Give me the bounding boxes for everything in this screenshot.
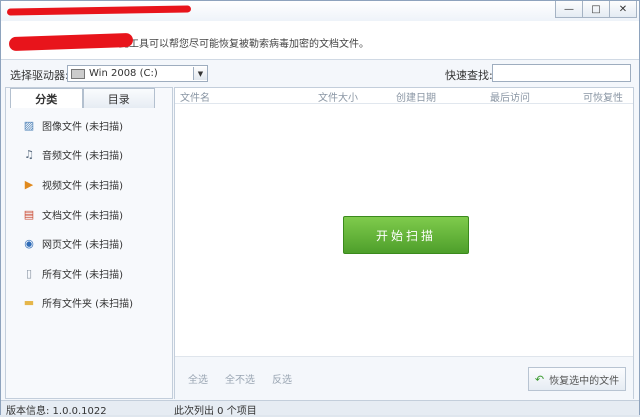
close-icon: ✕: [618, 3, 628, 15]
video-file-icon: ▶: [24, 177, 34, 191]
category-label: 所有文件 (未扫描): [42, 269, 123, 281]
maximize-icon: □: [591, 3, 601, 15]
maximize-button[interactable]: □: [583, 1, 610, 18]
folder-icon: ▬: [23, 295, 35, 309]
chevron-down-icon[interactable]: ▼: [193, 67, 207, 80]
tab-directory[interactable]: 目录: [82, 88, 155, 108]
file-list-panel: 文件名 文件大小 创建日期 最后访问 可恢复性 开始扫描 全选 全不选 反选 ↶…: [174, 87, 634, 399]
tab-bar: 分类 目录: [10, 88, 155, 108]
window-controls: — □ ✕: [555, 1, 637, 18]
category-image[interactable]: ▨ 图像文件 (未扫描): [22, 115, 123, 135]
category-document[interactable]: ▤ 文档文件 (未扫描): [22, 204, 123, 224]
drive-value: Win 2008 (C:): [89, 68, 158, 79]
column-filename[interactable]: 文件名: [180, 89, 210, 104]
column-filesize[interactable]: 文件大小: [318, 89, 358, 104]
column-accessed[interactable]: 最后访问: [490, 89, 530, 104]
drive-label: 选择驱动器:: [10, 69, 69, 82]
column-created[interactable]: 创建日期: [396, 89, 436, 104]
all-files-icon: ▯: [25, 266, 33, 280]
image-file-icon: ▨: [23, 118, 35, 132]
redacted-info: [8, 32, 134, 52]
selection-bar: 全选 全不选 反选 ↶ 恢复选中的文件: [175, 356, 633, 399]
drive-icon: [71, 68, 85, 79]
undo-arrow-icon: ↶: [534, 372, 545, 386]
app-window: — □ ✕ 此工具可以帮您尽可能恢复被勒索病毒加密的文档文件。 选择驱动器: W…: [0, 0, 640, 417]
select-none-link[interactable]: 全不选: [225, 371, 255, 386]
category-label: 视频文件 (未扫描): [42, 180, 123, 192]
drive-row: 选择驱动器: Win 2008 (C:) ▼ 快速查找:: [1, 61, 639, 85]
category-label: 所有文件夹 (未扫描): [42, 298, 133, 310]
select-all-link[interactable]: 全选: [188, 371, 208, 386]
category-audio[interactable]: ♫ 音频文件 (未扫描): [22, 144, 123, 164]
category-label: 图像文件 (未扫描): [42, 121, 123, 133]
document-file-icon: ▤: [23, 207, 35, 221]
info-text: 此工具可以帮您尽可能恢复被勒索病毒加密的文档文件。: [119, 39, 369, 50]
category-label: 音频文件 (未扫描): [42, 150, 123, 162]
info-bar: 此工具可以帮您尽可能恢复被勒索病毒加密的文档文件。: [1, 21, 639, 60]
category-video[interactable]: ▶ 视频文件 (未扫描): [22, 174, 123, 194]
status-bar: 版本信息: 1.0.0.1022 此次列出 0 个项目: [1, 400, 639, 417]
audio-file-icon: ♫: [24, 147, 34, 161]
minimize-icon: —: [564, 3, 574, 15]
tab-category[interactable]: 分类: [10, 88, 83, 108]
drive-select[interactable]: Win 2008 (C:) ▼: [67, 65, 208, 82]
invert-selection-link[interactable]: 反选: [272, 371, 292, 386]
category-all-files[interactable]: ▯ 所有文件 (未扫描): [22, 263, 123, 283]
column-header: 文件名 文件大小 创建日期 最后访问 可恢复性: [175, 88, 633, 104]
webpage-file-icon: ◉: [24, 236, 34, 250]
category-label: 网页文件 (未扫描): [42, 239, 123, 251]
search-label: 快速查找:: [445, 69, 493, 82]
redacted-title: [6, 5, 192, 16]
title-bar: — □ ✕: [1, 1, 639, 21]
minimize-button[interactable]: —: [555, 1, 583, 18]
category-all-folders[interactable]: ▬ 所有文件夹 (未扫描): [22, 292, 133, 312]
recover-label: 恢复选中的文件: [549, 375, 620, 387]
category-label: 文档文件 (未扫描): [42, 210, 123, 222]
search-input[interactable]: [492, 64, 631, 82]
start-scan-button[interactable]: 开始扫描: [343, 216, 469, 254]
column-recoverability[interactable]: 可恢复性: [583, 89, 623, 104]
category-webpage[interactable]: ◉ 网页文件 (未扫描): [22, 233, 123, 253]
recover-selected-button[interactable]: ↶ 恢复选中的文件: [528, 367, 626, 391]
left-panel: 分类 目录 ▨ 图像文件 (未扫描) ♫ 音频文件 (未扫描) ▶ 视频文件 (…: [5, 87, 173, 399]
close-button[interactable]: ✕: [610, 1, 637, 18]
